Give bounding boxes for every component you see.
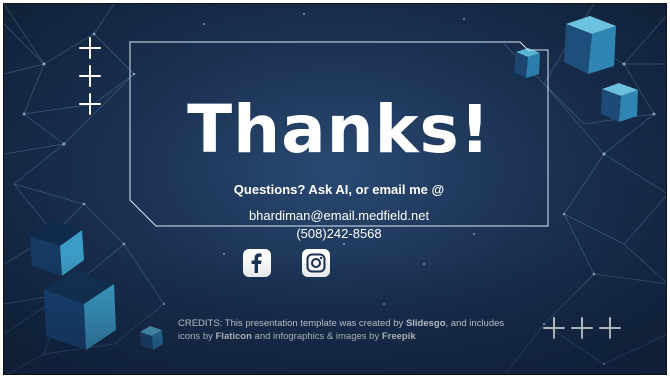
instagram-glyph — [306, 253, 326, 273]
cube-left-mid — [30, 220, 84, 276]
facebook-icon[interactable] — [243, 249, 271, 277]
freepik-link[interactable]: Freepik — [382, 331, 416, 342]
credits-part3: and infographics & images by — [251, 331, 382, 342]
questions-text: Questions? Ask AI, or email me @ — [233, 182, 445, 197]
cube-left-large — [44, 270, 116, 350]
cube-left-small — [140, 326, 163, 350]
cube-top-right-large — [564, 16, 616, 74]
instagram-icon[interactable] — [302, 249, 330, 277]
facebook-glyph — [251, 253, 262, 273]
phone-number: (508)242-8568 — [296, 226, 382, 241]
slide-title: Thanks! — [187, 91, 491, 168]
title-box: Thanks! Questions? Ask AI, or email me @… — [130, 42, 548, 242]
flaticon-link[interactable]: Flaticon — [216, 331, 252, 342]
plus-icons-left — [79, 37, 101, 115]
plus-icons-right — [543, 317, 621, 339]
credits-part1: CREDITS: This presentation template was … — [178, 318, 406, 329]
slide: Thanks! Questions? Ask AI, or email me @… — [3, 3, 667, 375]
slidesgo-link[interactable]: Slidesgo — [406, 318, 446, 329]
credits-text: CREDITS: This presentation template was … — [178, 317, 528, 343]
email-address[interactable]: bhardiman@email.medfield.net — [130, 208, 548, 223]
cube-right-mid — [601, 83, 638, 122]
